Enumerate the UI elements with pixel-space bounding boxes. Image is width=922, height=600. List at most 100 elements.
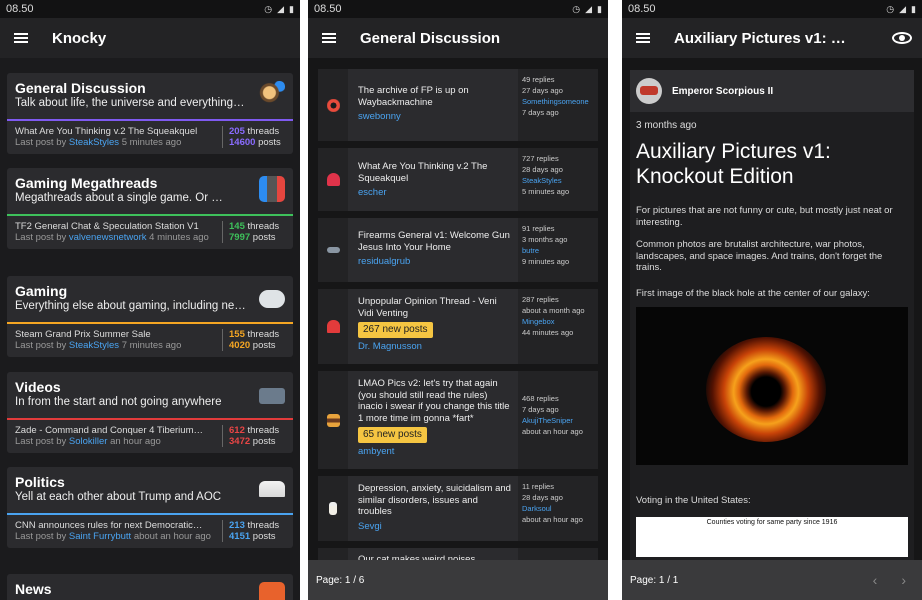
page-indicator[interactable]: Page: 1 / 6 [316,575,364,586]
chevron-left-icon[interactable]: ‹ [873,572,878,588]
last-post-user[interactable]: Solokiller [69,436,108,447]
post-count: 3472 [229,436,251,447]
last-thread[interactable]: Steam Grand Prix Summer Sale [15,329,216,340]
last-thread[interactable]: CNN announces rules for next Democratic… [15,520,216,531]
subforum-description: Talk about life, the universe and everyt… [15,97,247,109]
thread-author[interactable]: swebonny [358,111,512,123]
alarm-icon: ◷ [886,3,895,14]
battery-icon: ▮ [597,3,602,14]
last-post-user[interactable]: Somethingsomeone [522,96,594,107]
thread-row[interactable]: Depression, anxiety, suicidalism and sim… [318,476,598,541]
status-time: 08.50 [6,3,34,15]
thread-author[interactable]: Dr. Magnusson [358,341,512,353]
thread-title[interactable]: Unpopular Opinion Thread - Veni Vidi Ven… [358,296,512,319]
last-post-prefix: Last post by [15,340,67,351]
post-label: posts [258,137,281,148]
avatar[interactable] [636,78,662,104]
thread-title[interactable]: What Are You Thinking v.2 The Squeakquel [358,161,512,184]
thread-count: 205 [229,126,245,137]
subforum-description: Everything else about gaming, including … [15,300,247,312]
new-posts-badge[interactable]: 267 new posts [358,322,433,338]
switch-console-icon [259,176,285,202]
reply-count: 11 replies [522,482,554,491]
last-post-user[interactable]: Saint Furrybutt [69,531,131,542]
thread-view-screen: 08.50 ◷ ◢ ▮ Auxiliary Pictures v1: … Emper… [622,0,922,600]
post-header: Emperor Scorpious II [630,70,914,112]
last-post-user[interactable]: AkujiTheSniper [522,415,594,426]
reply-count: 287 replies [522,295,559,304]
thread-age: 27 days ago [522,86,563,95]
forum-index-screen: 08.50 ◷ ◢ ▮ Knocky General Discussion Talk… [0,0,300,600]
pistol-icon [326,247,340,253]
menu-icon[interactable] [14,33,28,43]
thread-title[interactable]: The archive of FP is up on Waybackmachin… [358,85,512,108]
last-post-user[interactable]: SteakStyles [69,340,119,351]
alarm-icon: ◷ [572,3,581,14]
subforum-card[interactable]: General Discussion Talk about life, the … [7,73,293,154]
subforum-name: General Discussion [15,80,146,96]
pagination-bar: Page: 1 / 6 [308,560,608,600]
thread-count: 213 [229,520,245,531]
page-indicator[interactable]: Page: 1 / 1 [630,575,678,586]
menu-icon[interactable] [636,33,650,43]
thread-label: threads [247,520,280,531]
battery-icon: ▮ [911,3,916,14]
subforum-name: Videos [15,379,61,395]
thread-row[interactable]: The archive of FP is up on Waybackmachin… [318,69,598,141]
thread-author[interactable]: residualgrub [358,256,512,268]
alarm-icon: ◷ [264,3,273,14]
post-paragraph: For pictures that are not funny or cute,… [636,205,893,228]
subforum-card[interactable]: Politics Yell at each other about Trump … [7,467,293,548]
voting-map-image[interactable]: Counties voting for same party since 191… [636,516,908,557]
app-title: Knocky [52,29,107,47]
thread-row[interactable]: Firearms General v1: Welcome Gun Jesus I… [318,218,598,282]
post-count: 14600 [229,137,256,148]
thread-label: threads [247,221,280,232]
thread-author[interactable]: Sevgi [358,521,512,533]
last-post-user[interactable]: valvenewsnetwork [69,232,147,243]
thread-age: 28 days ago [522,493,563,502]
thread-author[interactable]: escher [358,187,512,199]
last-post-time: about an hour ago [133,531,211,542]
subforum-name: News [15,581,52,597]
last-thread[interactable]: Zade - Command and Conquer 4 Tiberium… [15,425,216,436]
last-post-user[interactable]: SteakStyles [522,175,594,186]
subforum-card[interactable]: Gaming Megathreads Megathreads about a s… [7,168,293,249]
status-bar: 08.50 ◷ ◢ ▮ [0,0,300,18]
subforum-name: Gaming [15,283,68,299]
app-bar: Auxiliary Pictures v1: … [622,18,922,58]
last-post-user[interactable]: Mingebox [522,316,594,327]
thread-title[interactable]: LMAO Pics v2: let's try that again (you … [358,378,512,424]
subforum-card[interactable]: Gaming Everything else about gaming, inc… [7,276,293,357]
subforum-description: Megathreads about a single game. Or … [15,192,223,204]
eye-icon[interactable] [892,32,912,44]
post-author[interactable]: Emperor Scorpious II [672,86,773,97]
chevron-right-icon[interactable]: › [901,572,906,588]
last-post-prefix: Last post by [15,436,67,447]
thread-list-screen: 08.50 ◷ ◢ ▮ General Discussion The archive… [308,0,608,600]
last-post-time: 44 minutes ago [522,328,574,337]
gamepad-icon [259,290,285,308]
thread-title[interactable]: Depression, anxiety, suicidalism and sim… [358,483,512,518]
subforum-card[interactable]: Videos In from the start and not going a… [7,372,293,453]
menu-icon[interactable] [322,33,336,43]
last-post-user[interactable]: butre [522,245,594,256]
subforum-description: Yell at each other about Trump and AOC [15,491,222,503]
post-count: 7997 [229,232,251,243]
thread-age: 7 days ago [522,405,559,414]
last-post-user[interactable]: Darksoul [522,503,594,514]
last-thread[interactable]: TF2 General Chat & Speculation Station V… [15,221,216,232]
thread-row[interactable]: What Are You Thinking v.2 The Squeakquel… [318,148,598,211]
reply-count: 49 replies [522,75,555,84]
thread-title[interactable]: Firearms General v1: Welcome Gun Jesus I… [358,230,512,253]
subforum-card[interactable]: News [7,574,293,600]
new-posts-badge[interactable]: 65 new posts [358,427,427,443]
last-post-user[interactable]: SteakStyles [69,137,119,148]
capitol-building-icon [259,481,285,497]
last-thread[interactable]: What Are You Thinking v.2 The Squeakquel [15,126,216,137]
thread-row[interactable]: Unpopular Opinion Thread - Veni Vidi Ven… [318,289,598,364]
status-icons: ◷ ◢ ▮ [572,4,602,15]
black-hole-image[interactable] [636,307,908,465]
thread-row[interactable]: LMAO Pics v2: let's try that again (you … [318,371,598,469]
thread-author[interactable]: ambyent [358,446,512,458]
